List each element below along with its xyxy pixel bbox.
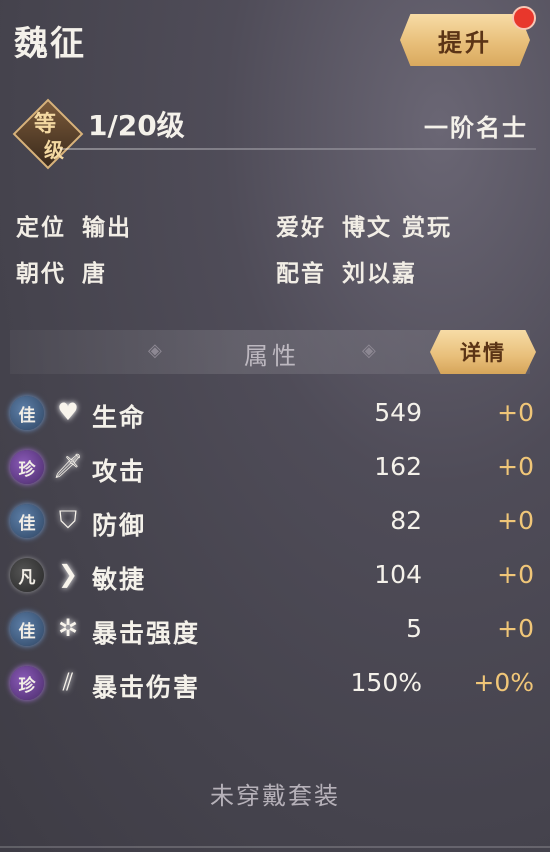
stat-row-crit-damage: 珍 ⫽ 暴击伤害 150% +0% [0, 660, 550, 714]
dynasty-value: 唐 [82, 261, 107, 287]
equipment-set-status: 未穿戴套装 [210, 782, 340, 810]
hobby-label: 爱好 [276, 215, 326, 241]
stat-bonus: +0 [497, 506, 534, 535]
stat-row-agility: 凡 ❯ 敏捷 104 +0 [0, 552, 550, 606]
info-voice: 配音 刘以嘉 [276, 254, 417, 288]
rank-title: 一阶名士 [424, 114, 528, 142]
stat-name: 生命 [92, 403, 147, 432]
voice-value: 刘以嘉 [342, 261, 417, 287]
shield-icon: ⛉ [59, 506, 77, 534]
stat-bonus: +0 [497, 614, 534, 643]
stat-bonus: +0 [497, 560, 534, 589]
slash-icon: ⫽ [62, 668, 74, 696]
info-hobby: 爱好 博文 赏玩 [276, 208, 452, 242]
stat-value: 5 [406, 614, 422, 643]
stat-name: 暴击强度 [92, 619, 201, 648]
boot-icon: ❯ [57, 560, 79, 588]
position-value: 输出 [82, 215, 132, 241]
stat-row-attack: 珍 🗡 攻击 162 +0 [0, 444, 550, 498]
stat-name: 敏捷 [92, 565, 147, 594]
level-divider [60, 148, 536, 150]
grade-badge: 佳 [10, 396, 44, 430]
star-burst-icon: ✲ [57, 614, 79, 642]
position-label: 定位 [16, 215, 66, 241]
notification-dot [512, 6, 536, 30]
dynasty-label: 朝代 [16, 261, 66, 287]
stat-bonus: +0 [497, 398, 534, 427]
attributes-title: 属性 [244, 342, 300, 370]
grade-badge: 凡 [10, 558, 44, 592]
stat-name: 防御 [92, 511, 147, 540]
stat-row-hp: 佳 ♥ 生命 549 +0 [0, 390, 550, 444]
sword-icon: 🗡 [52, 452, 84, 480]
level-badge: 等 级 [12, 98, 84, 170]
stat-bonus: +0 [497, 452, 534, 481]
grade-badge: 佳 [10, 612, 44, 646]
stat-name: 暴击伤害 [92, 673, 201, 702]
stat-row-defense: 佳 ⛉ 防御 82 +0 [0, 498, 550, 552]
stat-value: 104 [374, 560, 422, 589]
info-dynasty: 朝代唐 [16, 254, 107, 288]
grade-badge: 珍 [10, 450, 44, 484]
voice-label: 配音 [276, 261, 326, 287]
info-position: 定位 输出 [16, 208, 132, 242]
stat-value: 162 [374, 452, 422, 481]
stat-value: 549 [374, 398, 422, 427]
bottom-divider [0, 846, 550, 848]
hobby-value: 博文 赏玩 [342, 215, 453, 241]
stat-value: 150% [350, 668, 422, 697]
character-panel: 魏征 提升 等 级 1/20级 一阶名士 定位 输出 爱好 博文 赏玩 朝代唐 配音… [0, 0, 550, 852]
stat-bonus: +0% [473, 668, 534, 697]
ornament-left-icon: ◈ [148, 340, 162, 361]
stat-row-crit-strength: 佳 ✲ 暴击强度 5 +0 [0, 606, 550, 660]
heart-icon: ♥ [57, 398, 79, 426]
stat-name: 攻击 [92, 457, 147, 486]
stat-value: 82 [390, 506, 422, 535]
grade-badge: 珍 [10, 666, 44, 700]
character-name: 魏征 [14, 24, 86, 64]
details-button[interactable]: 详情 [430, 330, 536, 374]
upgrade-button[interactable]: 提升 [400, 14, 530, 66]
level-value: 1/20级 [88, 109, 185, 142]
grade-badge: 佳 [10, 504, 44, 538]
ornament-right-icon: ◈ [362, 340, 376, 361]
